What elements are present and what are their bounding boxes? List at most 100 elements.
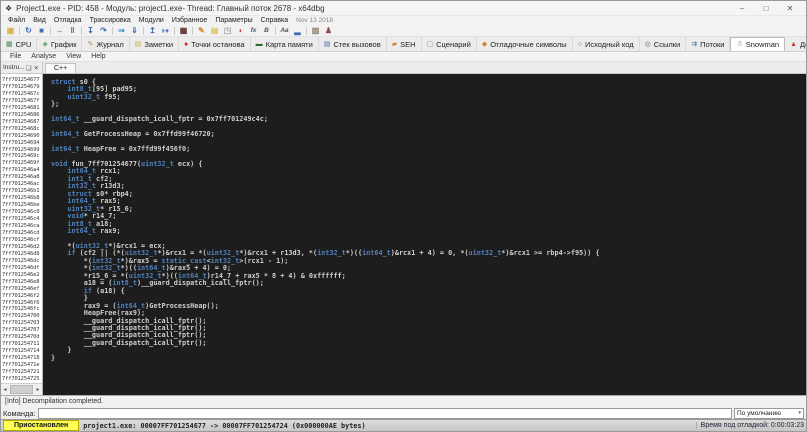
step-over-icon[interactable]: ↷ — [97, 26, 110, 36]
instruction-address[interactable]: 7ff70125469f — [1, 160, 42, 167]
dock-close-icon[interactable]: ✕ — [33, 64, 40, 72]
instruction-address[interactable]: 7ff7012546f6 — [1, 300, 42, 307]
sidebar-hscrollbar[interactable]: ◂ ▸ — [1, 383, 42, 395]
skip-icon[interactable]: ↦ — [159, 26, 172, 36]
tab-исходный-код[interactable]: ○ Исходный код — [572, 37, 640, 51]
instruction-address[interactable]: 7ff7012546cd — [1, 230, 42, 237]
instruction-address[interactable]: 7ff701254700 — [1, 313, 42, 320]
tab-отладочные-символы[interactable]: ◆ Отладочные символы — [476, 37, 573, 51]
snowman-menu-file[interactable]: File — [5, 53, 26, 60]
instruction-address[interactable]: 7ff7012546ac — [1, 181, 42, 188]
menu-item[interactable]: Трассировка — [86, 17, 135, 24]
instruction-address[interactable]: 7ff701254677 — [1, 77, 42, 84]
instruction-address[interactable]: 7ff701254686 — [1, 112, 42, 119]
tab-seh[interactable]: ▰ SEH — [386, 37, 422, 51]
instruction-address[interactable]: 7ff701254721 — [1, 369, 42, 376]
fx-icon[interactable]: fx — [247, 26, 260, 36]
menu-item[interactable]: Параметры — [211, 17, 256, 24]
instruction-address[interactable]: 7ff70125467f — [1, 98, 42, 105]
scrollbar-thumb[interactable] — [10, 385, 33, 394]
command-input[interactable] — [37, 407, 732, 419]
instruction-address[interactable]: 7ff7012546be — [1, 202, 42, 209]
scroll-left-icon[interactable]: ◂ — [1, 386, 9, 393]
instruction-address[interactable]: 7ff70125468c — [1, 126, 42, 133]
instruction-address[interactable]: 7ff701254690 — [1, 133, 42, 140]
assemble-icon[interactable]: Aa — [278, 26, 291, 36]
tab-карта-памяти[interactable]: ▬ Карта памяти — [250, 37, 319, 51]
tab-snowman[interactable]: ☃ Snowman — [730, 37, 786, 51]
instruction-address[interactable]: 7ff70125471e — [1, 362, 42, 369]
highlight-icon[interactable]: ▂ — [291, 26, 304, 36]
comment-icon[interactable]: ▤ — [208, 26, 221, 36]
instruction-address[interactable]: 7ff701254714 — [1, 348, 42, 355]
menu-item[interactable]: Избранное — [168, 17, 211, 24]
instruction-address[interactable]: 7ff7012546d8 — [1, 251, 42, 258]
instruction-address[interactable]: 7ff701254699 — [1, 147, 42, 154]
instruction-address[interactable]: 7ff7012546c0 — [1, 209, 42, 216]
step-into-icon[interactable]: ↧ — [84, 26, 97, 36]
instruction-address[interactable]: 7ff7012546a8 — [1, 174, 42, 181]
modules-icon[interactable]: ▥ — [309, 26, 322, 36]
instruction-address[interactable]: 7ff70125470d — [1, 334, 42, 341]
snowman-menu-help[interactable]: Help — [86, 53, 110, 60]
tab-сценарий[interactable]: ▢ Сценарий — [421, 37, 477, 51]
instruction-address[interactable]: 7ff7012546df — [1, 265, 42, 272]
open-file-icon[interactable]: ▣ — [4, 26, 17, 36]
bug-icon[interactable]: ♟ — [322, 26, 335, 36]
instruction-address[interactable]: 7ff7012546f2 — [1, 293, 42, 300]
run-icon[interactable]: → — [53, 26, 66, 36]
instruction-address[interactable]: 7ff701254703 — [1, 320, 42, 327]
instruction-address[interactable]: 7ff7012546a4 — [1, 167, 42, 174]
menu-item[interactable]: Справка — [257, 17, 292, 24]
tab-стек-вызовов[interactable]: ▤ Стек вызовов — [318, 37, 387, 51]
tab-дескрипторы[interactable]: ▲Дескрипторы — [785, 37, 806, 51]
label-icon[interactable]: ◳ — [221, 26, 234, 36]
decompiled-code-view[interactable]: struct s0 { int8_t[95] pad95; uint32_t f… — [43, 74, 806, 395]
tab-журнал[interactable]: ✎ Журнал — [82, 37, 130, 51]
instruction-address[interactable]: 7ff7012546ef — [1, 286, 42, 293]
instruction-address[interactable]: 7ff7012546b8 — [1, 195, 42, 202]
instruction-address[interactable]: 7ff7012546d2 — [1, 244, 42, 251]
close-button[interactable]: ✕ — [778, 4, 802, 13]
instruction-address[interactable]: 7ff701254725 — [1, 376, 42, 383]
instruction-address[interactable]: 7ff701254687 — [1, 119, 42, 126]
restart-icon[interactable]: ↻ — [22, 26, 35, 36]
tab-cpu[interactable]: ▦ CPU — [1, 37, 38, 51]
instruction-address[interactable]: 7ff701254718 — [1, 355, 42, 362]
menu-item[interactable]: Отладка — [50, 17, 86, 24]
tab-заметки[interactable]: ▤ Заметки — [129, 37, 180, 51]
instruction-address[interactable]: 7ff701254711 — [1, 341, 42, 348]
instruction-address[interactable]: 7ff7012546b1 — [1, 188, 42, 195]
command-profile-dropdown[interactable]: По умолчанию ▾ — [734, 407, 804, 419]
instruction-address[interactable]: 7ff70125467c — [1, 91, 42, 98]
breakpoint-letter-icon[interactable]: B — [260, 26, 273, 36]
instruction-address[interactable]: 7ff7012546e2 — [1, 272, 42, 279]
execute-till-return-icon[interactable]: ↥ — [146, 26, 159, 36]
scroll-right-icon[interactable]: ▸ — [34, 386, 42, 393]
run-to-user-code-icon[interactable]: ⇒ — [115, 26, 128, 36]
snowman-menu-view[interactable]: View — [61, 53, 86, 60]
address-list[interactable]: 7ff701254677 7ff701254679 7ff70125467c 7ff7… — [1, 74, 42, 383]
instruction-address[interactable]: 7ff7012546e8 — [1, 279, 42, 286]
memory-map-icon[interactable]: ▦ — [177, 26, 190, 36]
instruction-address[interactable]: 7ff7012546fc — [1, 306, 42, 313]
tab-cpp[interactable]: C++ — [45, 63, 77, 73]
step-out-icon[interactable]: ⇓ — [128, 26, 141, 36]
instruction-address[interactable]: 7ff701254694 — [1, 140, 42, 147]
instruction-address[interactable]: 7ff7012546c4 — [1, 216, 42, 223]
tab-точки-останова[interactable]: ● Точки останова — [179, 37, 251, 51]
dock-float-icon[interactable]: ❏ — [25, 64, 33, 72]
stop-icon[interactable]: ■ — [35, 26, 48, 36]
tab-график[interactable]: ◈ График — [37, 37, 83, 51]
instruction-address[interactable]: 7ff7012546cf — [1, 237, 42, 244]
tab-потоки[interactable]: ⇉ Потоки — [686, 37, 731, 51]
snowman-menu-analyse[interactable]: Analyse — [26, 53, 61, 60]
instruction-address[interactable]: 7ff701254679 — [1, 84, 42, 91]
maximize-button[interactable]: □ — [754, 4, 778, 13]
instruction-address[interactable]: 7ff7012546ca — [1, 223, 42, 230]
patch-icon[interactable]: ✎ — [195, 26, 208, 36]
instruction-address[interactable]: 7ff701254707 — [1, 327, 42, 334]
menu-item[interactable]: Вид — [29, 17, 50, 24]
menu-item[interactable]: Модули — [135, 17, 168, 24]
pause-icon[interactable]: ‖ — [66, 26, 79, 36]
